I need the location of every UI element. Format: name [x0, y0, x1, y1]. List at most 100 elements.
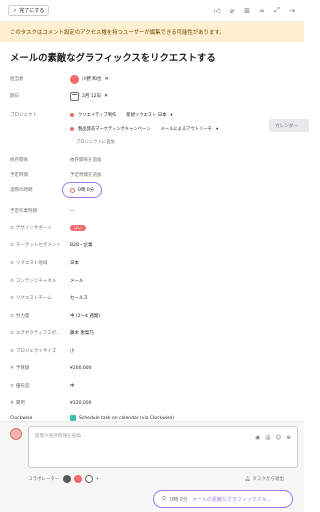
spent-label: 費用 — [15, 401, 25, 406]
collaborators-label: コラボレーター — [28, 477, 60, 482]
project-name[interactable]: クリエイティブ制作 — [78, 112, 116, 118]
project-name[interactable]: 製品発売マーケティングキャンペーン — [78, 126, 151, 132]
dependencies-label: 依存関係 — [10, 158, 28, 163]
task-toolbar: ✓ 完了にする 👍︎ ⌀ ⊞ ∞ ⤢ → — [0, 0, 304, 22]
content-channel-value[interactable]: メール — [70, 278, 84, 284]
number-field-icon: # — [10, 365, 14, 371]
assignee-label: 担当者 — [10, 77, 24, 82]
comment-placeholder: 質問や進捗情報を投稿… — [35, 434, 86, 439]
field-scheduled-work: 予定作業時間 — — [10, 205, 290, 217]
project-section[interactable]: 新規リクエスト 日本 — [126, 112, 166, 118]
permission-banner: このタスクはコメント設定のアクセス権を持つユーザーが編集できる可能性があります。 — [0, 22, 304, 42]
actual-time-label: 実際の時間 — [10, 188, 33, 193]
priority-label: 優先度 — [15, 384, 30, 389]
comment-input[interactable]: 質問や進捗情報を投稿… ◉ @ ☺ ⊕ — [28, 426, 298, 468]
link-icon[interactable]: ∞ — [258, 7, 266, 15]
field-actual-time: 実際の時間 0時 0分 — [10, 184, 290, 196]
actual-time-value[interactable]: 0時 0分 — [78, 187, 94, 193]
field-content-channel: ⊙ コンテンツチャネル メール — [10, 275, 290, 287]
field-design-support: ⊙ デザインサポート はい — [10, 222, 290, 234]
request-team-value[interactable]: セールス — [70, 295, 88, 301]
timer-task-name[interactable]: メールの素敵なグラフィックスキ… — [192, 496, 272, 503]
timer-time: 0時 0分 — [169, 496, 188, 503]
custom-field-icon: ⊙ — [10, 383, 14, 389]
executive-sponsor-value[interactable]: 藤木 恵梨乃 — [70, 330, 94, 336]
like-icon[interactable]: 👍︎ — [213, 6, 221, 15]
project-item[interactable]: 製品発売マーケティングキャンペーン メールによるアウトリーチ ▾ — [70, 126, 218, 132]
expand-icon[interactable]: ⤢ — [273, 6, 281, 15]
custom-field-icon: ⊙ — [10, 330, 14, 336]
avatar[interactable] — [62, 475, 71, 483]
field-project-size: ⊙ プロジェクトサイズ 小 — [10, 345, 290, 357]
leave-task-button[interactable]: 🔔︎ タスクから退出 — [244, 476, 285, 483]
attachment-icon[interactable]: ⌀ — [228, 7, 236, 15]
effort-value[interactable]: 中 (2〜4 週間) — [70, 313, 100, 319]
projects-label: プロジェクト — [10, 113, 37, 118]
current-user-avatar — [10, 428, 22, 440]
record-icon[interactable]: ◉ — [255, 435, 260, 441]
field-target-segment: ⊙ ターゲットセグメント B2B・企業 — [10, 239, 290, 251]
field-priority: ⊙ 優先度 中 — [10, 380, 290, 392]
project-section[interactable]: メールによるアウトリーチ — [161, 126, 212, 132]
design-support-value[interactable]: はい — [70, 225, 86, 231]
comment-tools: ◉ @ ☺ ⊕ — [255, 435, 291, 441]
due-value[interactable]: 2月 12日 — [82, 93, 101, 99]
mention-icon[interactable]: @ — [265, 435, 271, 441]
custom-field-icon: ⊙ — [10, 242, 14, 248]
more-icon[interactable]: → — [288, 7, 296, 15]
attach-icon[interactable]: ⊕ — [286, 435, 291, 441]
check-icon: ✓ — [13, 7, 18, 14]
custom-field-icon: ⊙ — [10, 260, 14, 266]
avatar[interactable] — [73, 475, 82, 483]
custom-field-icon: ⊙ — [10, 225, 14, 231]
mark-complete-label: 完了にする — [19, 8, 45, 14]
stopwatch-icon[interactable]: ⏱ — [162, 496, 166, 502]
estimated-time-label: 予定時間 — [10, 173, 28, 178]
spent-value[interactable]: ¥120,000 — [70, 401, 91, 406]
scheduled-work-value[interactable]: — — [70, 209, 75, 214]
add-icon[interactable]: + — [96, 477, 100, 482]
task-title[interactable]: メールの素敵なグラフィックスをリクエストする — [10, 50, 216, 64]
permission-banner-text: このタスクはコメント設定のアクセス権を持つユーザーが編集できる可能性があります。 — [10, 30, 225, 36]
emoji-icon[interactable]: ☺ — [276, 435, 282, 441]
calendar-tab-label: カレンダー — [275, 123, 298, 129]
close-icon[interactable]: ✕ — [104, 76, 108, 82]
budget-value[interactable]: ¥200,000 — [70, 366, 91, 371]
project-size-label: プロジェクトサイズ — [15, 349, 57, 354]
calendar-tab-button[interactable]: カレンダー — [269, 119, 309, 132]
scheduled-work-label: 予定作業時間 — [10, 209, 37, 214]
target-segment-value[interactable]: B2B・企業 — [70, 242, 93, 248]
subtask-icon[interactable]: ⊞ — [243, 7, 251, 15]
leave-task-label: タスクから退出 — [252, 477, 285, 482]
bell-icon: 🔔︎ — [244, 476, 251, 482]
add-dependency-link[interactable]: 依存関係を追加 — [70, 157, 102, 163]
assignee-value[interactable]: 川野 和也 — [82, 76, 101, 82]
add-estimated-time-link[interactable]: 予定時間を追加 — [70, 172, 102, 178]
add-to-project-label[interactable]: プロジェクトに追加 — [76, 139, 115, 145]
add-collaborator-icon[interactable] — [84, 475, 93, 483]
add-to-project-link[interactable]: プロジェクトに追加 — [76, 139, 115, 145]
project-item[interactable]: クリエイティブ制作 新規リクエスト 日本 ▾ — [70, 112, 173, 118]
timer-icon[interactable] — [70, 187, 75, 193]
chevron-down-icon[interactable]: ▾ — [216, 127, 218, 132]
field-request-region: ⊙ リクエスト地域 日本 — [10, 257, 290, 269]
request-region-value[interactable]: 日本 — [70, 260, 79, 266]
project-size-value[interactable]: 小 — [70, 348, 75, 354]
priority-value[interactable]: 中 — [70, 383, 75, 389]
clockwise-value[interactable]: Schedule task on calendar (via Clockwise… — [79, 416, 174, 421]
field-effort: ⊙ 労力量 中 (2〜4 週間) — [10, 310, 290, 322]
budget-label: 予算額 — [15, 366, 30, 371]
request-team-label: リクエストチーム — [15, 296, 52, 301]
content-channel-label: コンテンツチャネル — [15, 279, 57, 284]
timer-widget[interactable]: ⏱ 0時 0分 メールの素敵なグラフィックスキ… — [153, 490, 293, 508]
custom-field-icon: ⊙ — [10, 278, 14, 284]
mark-complete-button[interactable]: ✓ 完了にする — [8, 5, 50, 16]
field-executive-sponsor: ⊙ エグゼクティブスポ… 藤木 恵梨乃 — [10, 327, 290, 339]
close-icon[interactable]: ✕ — [104, 93, 108, 99]
field-assignee: 担当者 川野 和也 ✕ — [10, 73, 290, 85]
custom-field-icon: ⊙ — [10, 313, 14, 319]
field-request-team: ⊙ リクエストチーム セールス — [10, 292, 290, 304]
chevron-down-icon[interactable]: ▾ — [170, 113, 172, 118]
executive-sponsor-label: エグゼクティブスポ… — [15, 331, 61, 336]
target-segment-label: ターゲットセグメント — [15, 243, 61, 248]
